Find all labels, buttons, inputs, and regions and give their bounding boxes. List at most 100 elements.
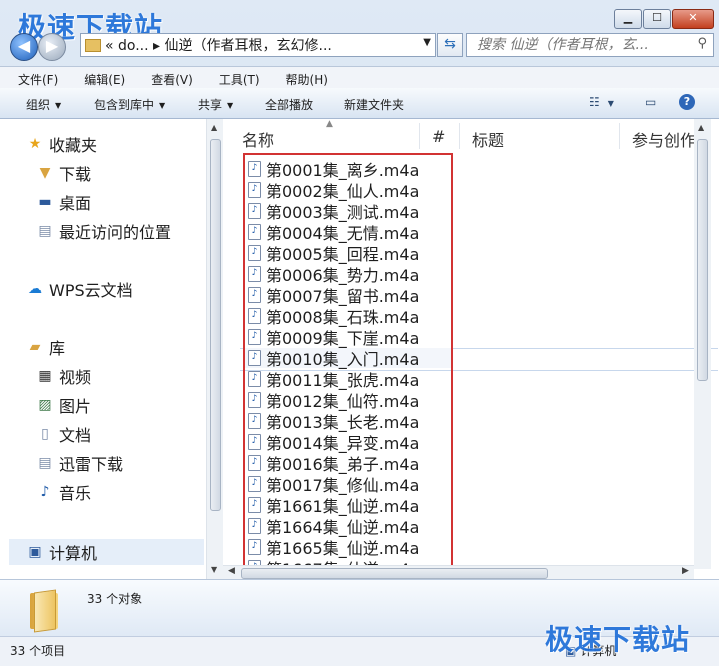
view-details-icon: ☷ [589, 95, 600, 109]
file-item[interactable]: ♪ 第0011集_张虎.m4a [245, 369, 451, 390]
menu-edit[interactable]: 编辑(E) [66, 67, 133, 89]
column-name[interactable]: 名称 [242, 127, 274, 151]
address-bar[interactable]: « do... ▸ 仙逆（作者耳根，玄幻修... ▼ [80, 33, 436, 57]
nav-videos[interactable]: ▦ 视频 [37, 365, 91, 387]
file-item[interactable]: ♪ 第0004集_无情.m4a [245, 222, 451, 243]
file-list-scrollbar[interactable]: ▲ [694, 119, 711, 569]
help-icon: ? [683, 95, 691, 108]
column-title[interactable]: 标题 [472, 127, 504, 151]
file-item[interactable]: ♪ 第0016集_弟子.m4a [245, 453, 451, 474]
nav-libraries[interactable]: ▰ 库 [27, 336, 65, 358]
help-button[interactable]: ? [679, 94, 695, 110]
file-item[interactable]: ♪ 第0002集_仙人.m4a [245, 180, 451, 201]
horizontal-scroll-thumb[interactable] [241, 568, 548, 579]
file-list-pane: ▲ 名称 # 标题 参与创作 ♪ 第0001集_离乡.m4a ♪ 第0002集_仙人… [223, 119, 719, 579]
search-icon[interactable]: ⚲ [697, 36, 707, 51]
organize-button[interactable]: 组织 ▼ [26, 96, 61, 113]
nav-label: 库 [49, 339, 66, 358]
scroll-up-icon[interactable]: ▲ [698, 123, 704, 132]
file-item[interactable]: ♪ 第0012集_仙符.m4a [245, 390, 451, 411]
folder-icon [85, 38, 101, 52]
share-button[interactable]: 共享 ▼ [198, 96, 233, 113]
download-icon: ▤ [38, 455, 52, 471]
audio-file-icon: ♪ [248, 413, 261, 429]
close-button[interactable]: ✕ [672, 9, 714, 29]
play-all-button[interactable]: 全部播放 [265, 96, 313, 113]
organize-label: 组织 [26, 98, 51, 112]
audio-file-icon: ♪ [248, 245, 261, 261]
column-divider[interactable] [419, 123, 420, 149]
file-item[interactable]: ♪ 第0010集_入门.m4a [245, 348, 451, 369]
file-item[interactable]: ♪ 第0006集_势力.m4a [245, 264, 451, 285]
address-breadcrumb[interactable]: « do... ▸ 仙逆（作者耳根，玄幻修... [105, 35, 332, 55]
folder-icon [30, 589, 58, 633]
nav-label: 收藏夹 [49, 136, 98, 155]
chevron-down-icon[interactable]: ▼ [423, 37, 431, 48]
forward-button[interactable]: ▶ [38, 33, 66, 61]
file-item[interactable]: ♪ 第0008集_石珠.m4a [245, 306, 451, 327]
minimize-icon: ▁ [623, 11, 633, 24]
download-folder-icon: ▼ [39, 165, 51, 181]
search-box[interactable]: ⚲ [466, 33, 714, 57]
scroll-left-icon[interactable]: ◀ [228, 566, 235, 576]
nav-scroll-thumb[interactable] [210, 139, 221, 511]
explorer-window: 极速下载站 ◀ ▶ « do... ▸ 仙逆（作者耳根，玄幻修... ▼ ⇆ ⚲… [0, 0, 719, 666]
nav-downloads[interactable]: ▼ 下载 [37, 162, 91, 184]
include-in-library-button[interactable]: 包含到库中 ▼ [94, 96, 165, 113]
forward-arrow-icon: ▶ [45, 36, 59, 55]
column-contributing-artists[interactable]: 参与创作 [632, 127, 696, 151]
view-options-button[interactable]: ☷ ▼ [589, 95, 614, 109]
back-button[interactable]: ◀ [10, 33, 38, 61]
menu-help[interactable]: 帮助(H) [268, 67, 336, 89]
file-item[interactable]: ♪ 第0003集_测试.m4a [245, 201, 451, 222]
nav-desktop[interactable]: ▬ 桌面 [37, 191, 91, 213]
nav-pictures[interactable]: ▨ 图片 [37, 394, 91, 416]
nav-scrollbar[interactable]: ▲ ▼ [206, 119, 223, 579]
audio-file-icon: ♪ [248, 434, 261, 450]
maximize-button[interactable]: ☐ [643, 9, 671, 29]
file-item[interactable]: ♪ 第0013集_长老.m4a [245, 411, 451, 432]
nav-music[interactable]: ♪ 音乐 [37, 481, 91, 503]
file-item[interactable]: ♪ 第0005集_回程.m4a [245, 243, 451, 264]
horizontal-scrollbar[interactable]: ◀ ▶ [223, 565, 694, 580]
nav-label: 最近访问的位置 [59, 223, 172, 242]
file-list-scroll-thumb[interactable] [697, 139, 708, 381]
scroll-down-icon[interactable]: ▼ [211, 565, 217, 574]
menu-file[interactable]: 文件(F) [0, 67, 66, 89]
new-folder-button[interactable]: 新建文件夹 [344, 96, 404, 113]
file-item[interactable]: ♪ 第0007集_留书.m4a [245, 285, 451, 306]
nav-documents[interactable]: ▯ 文档 [37, 423, 91, 445]
refresh-button[interactable]: ⇆ [437, 33, 463, 57]
watermark-bottom: 极速下载站 [545, 623, 691, 656]
navigation-pane: ★ 收藏夹 ▼ 下载 ▬ 桌面 ▤ 最近访问的位置 ☁ WPS云文档 ▰ 库 ▦ 视频 ▨ 图片… [0, 119, 206, 579]
column-number[interactable]: # [432, 127, 445, 146]
minimize-button[interactable]: ▁ [614, 9, 642, 29]
file-item[interactable]: ♪ 第1665集_仙逆.m4a [245, 537, 451, 558]
nav-thunder-downloads[interactable]: ▤ 迅雷下载 [37, 452, 123, 474]
preview-pane-icon: ▭ [645, 95, 657, 109]
nav-computer[interactable]: ▣ 计算机 [27, 541, 97, 563]
file-item[interactable]: ♪ 第0017集_修仙.m4a [245, 474, 451, 495]
column-divider[interactable] [459, 123, 460, 149]
file-item[interactable]: ♪ 第0001集_离乡.m4a [245, 159, 451, 180]
nav-label: 音乐 [59, 484, 92, 503]
file-item[interactable]: ♪ 第0014集_异变.m4a [245, 432, 451, 453]
file-item[interactable]: ♪ 第1661集_仙逆.m4a [245, 495, 451, 516]
star-icon: ★ [28, 136, 42, 152]
nav-recent-places[interactable]: ▤ 最近访问的位置 [37, 220, 171, 242]
file-item[interactable]: ♪ 第1664集_仙逆.m4a [245, 516, 451, 537]
nav-wps-cloud[interactable]: ☁ WPS云文档 [27, 278, 133, 300]
menu-tools[interactable]: 工具(T) [201, 67, 268, 89]
video-icon: ▦ [38, 368, 52, 384]
file-item[interactable]: ♪ 第0009集_下崖.m4a [245, 327, 451, 348]
preview-pane-button[interactable]: ▭ [645, 95, 656, 109]
search-input[interactable] [475, 34, 699, 56]
file-list: ♪ 第0001集_离乡.m4a ♪ 第0002集_仙人.m4a ♪ 第0003集_测试… [243, 153, 453, 569]
dropdown-arrow-icon: ▼ [607, 99, 614, 108]
column-divider[interactable] [619, 123, 620, 149]
scroll-up-icon[interactable]: ▲ [211, 123, 217, 132]
scroll-right-icon[interactable]: ▶ [682, 566, 689, 576]
nav-favorites[interactable]: ★ 收藏夹 [27, 133, 97, 155]
menu-view[interactable]: 查看(V) [133, 67, 201, 89]
recent-places-icon: ▤ [38, 223, 52, 239]
